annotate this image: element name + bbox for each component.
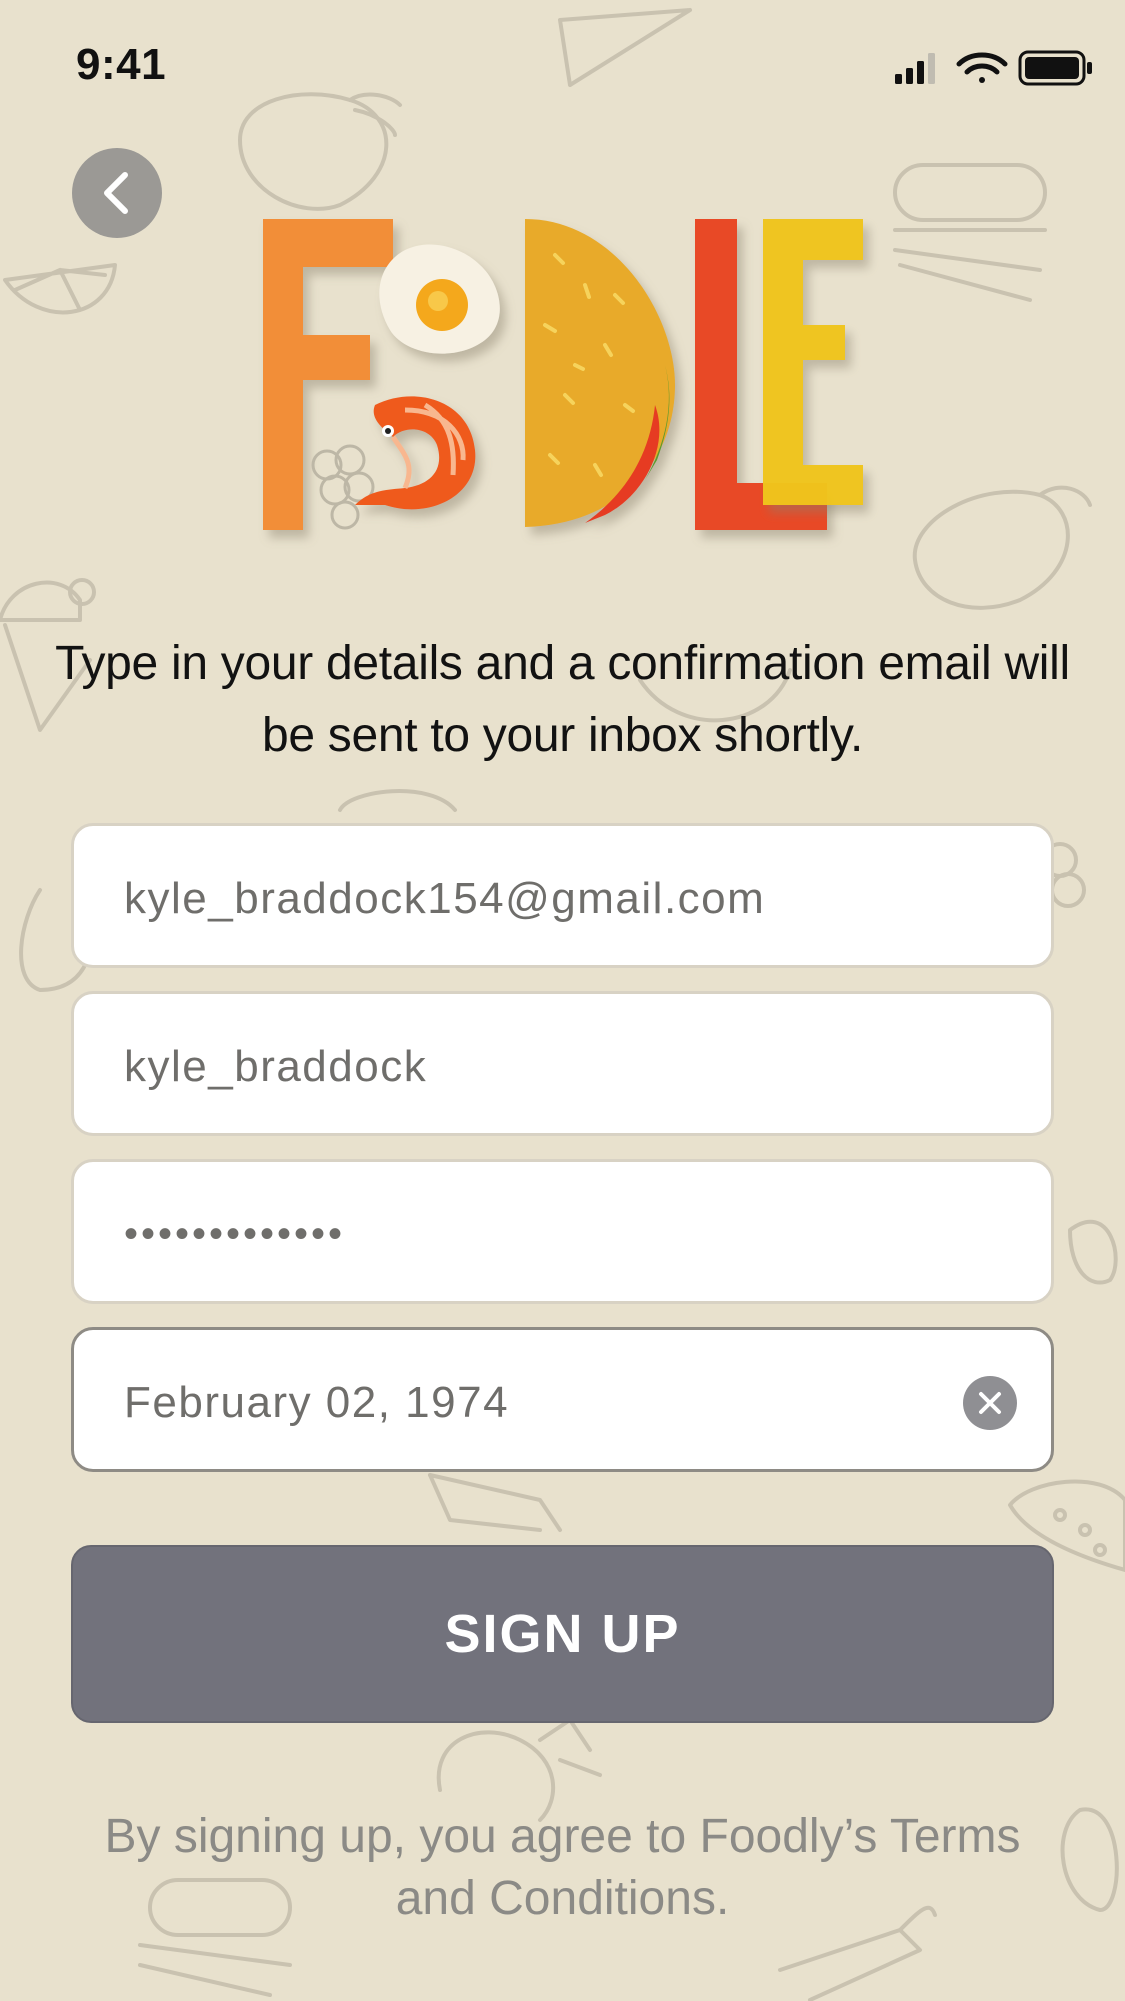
logo-letter-e — [763, 219, 863, 505]
clear-icon — [979, 1392, 1001, 1414]
username-field[interactable]: kyle_braddock — [71, 991, 1054, 1136]
birthdate-value: February 02, 1974 — [124, 1378, 510, 1427]
birthdate-field[interactable]: February 02, 1974 — [71, 1327, 1054, 1472]
battery-icon — [1018, 50, 1092, 86]
logo-egg — [379, 244, 500, 354]
email-value: kyle_braddock154@gmail.com — [124, 874, 766, 923]
signal-icon — [895, 53, 935, 84]
password-field[interactable]: ••••••••••••• — [71, 1159, 1054, 1304]
clear-button[interactable] — [963, 1376, 1017, 1430]
chevron-left-icon — [104, 172, 128, 214]
email-field[interactable]: kyle_braddock154@gmail.com — [71, 823, 1054, 968]
wifi-icon — [956, 52, 1008, 83]
username-value: kyle_braddock — [124, 1042, 428, 1091]
logo-grapes — [311, 444, 375, 530]
foodle-logo — [263, 219, 863, 530]
signup-button[interactable]: SIGN UP — [71, 1545, 1054, 1723]
terms-text: By signing up, you agree to Foodly’s Ter… — [104, 1810, 1021, 1925]
status-time: 9:41 — [76, 40, 167, 89]
back-button[interactable] — [72, 148, 162, 238]
intro-text: Type in your details and a confirmation … — [55, 637, 1070, 762]
status-icons — [895, 50, 1092, 86]
logo-taco — [525, 219, 675, 527]
password-value: ••••••••••••• — [124, 1212, 346, 1256]
